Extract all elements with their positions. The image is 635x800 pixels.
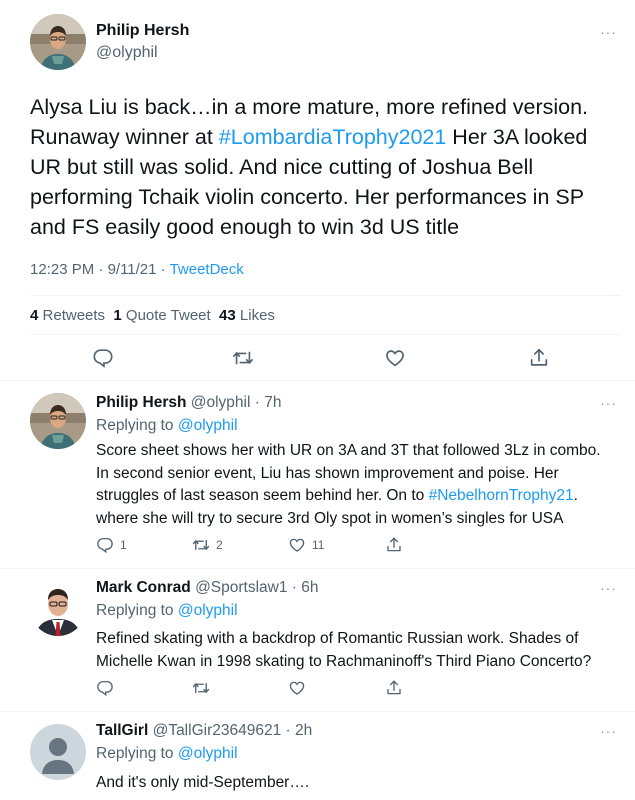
tweet-actions xyxy=(0,347,635,371)
reply-tweet[interactable]: TallGirl @TallGir23649621 · 2h ··· Reply… xyxy=(0,712,635,800)
reply-button[interactable] xyxy=(96,679,114,697)
likes-label: Likes xyxy=(239,307,275,324)
like-button[interactable] xyxy=(288,679,306,697)
likes-count: 43 xyxy=(219,307,236,324)
hashtag-link[interactable]: #NebelhornTrophy21 xyxy=(429,487,574,504)
tweet-text: Alysa Liu is back…in a more mature, more… xyxy=(30,92,620,242)
reply-age[interactable]: 2h xyxy=(295,722,312,739)
reply-actions xyxy=(96,679,496,697)
replying-to: Replying to @olyphil xyxy=(96,745,238,763)
reply-text: Score sheet shows her with UR on 3A and … xyxy=(96,440,616,530)
more-options-icon[interactable]: ··· xyxy=(600,580,617,596)
reply-author-name[interactable]: Mark Conrad xyxy=(96,579,191,596)
like-button[interactable] xyxy=(384,347,406,369)
more-options-icon[interactable]: ··· xyxy=(600,24,617,40)
divider xyxy=(30,295,620,296)
main-tweet: Philip Hersh @olyphil ··· Alysa Liu is b… xyxy=(0,0,635,381)
share-icon xyxy=(528,347,550,369)
replying-to: Replying to @olyphil xyxy=(96,417,238,435)
reply-tweet[interactable]: Mark Conrad @Sportslaw1 · 6h ··· Replyin… xyxy=(0,569,635,712)
replying-to: Replying to @olyphil xyxy=(96,602,238,620)
reply-age[interactable]: 6h xyxy=(301,579,318,596)
retweet-button[interactable]: 2 xyxy=(192,536,223,554)
replying-label: Replying to xyxy=(96,602,174,619)
tweet-meta: 12:23 PM · 9/11/21 · TweetDeck xyxy=(30,261,244,278)
avatar[interactable] xyxy=(30,393,86,449)
share-button[interactable] xyxy=(385,536,403,554)
more-options-icon[interactable]: ··· xyxy=(600,723,617,739)
reply-author-handle[interactable]: @TallGir23649621 xyxy=(153,722,282,739)
like-count: 11 xyxy=(312,538,325,552)
divider xyxy=(30,334,620,335)
reply-count: 1 xyxy=(120,538,127,552)
like-button[interactable]: 11 xyxy=(288,536,324,554)
tweet-date[interactable]: 9/11/21 xyxy=(108,261,157,278)
avatar[interactable] xyxy=(30,14,86,70)
quotes-label: Quote Tweet xyxy=(125,307,211,324)
reply-text: Refined skating with a backdrop of Roman… xyxy=(96,630,592,670)
author-handle[interactable]: @olyphil xyxy=(96,44,158,62)
heart-icon xyxy=(288,536,306,554)
reply-icon xyxy=(92,347,114,369)
replying-label: Replying to xyxy=(96,745,174,762)
retweets-count: 4 xyxy=(30,307,39,324)
tweet-source[interactable]: TweetDeck xyxy=(170,261,244,278)
replying-to-handle[interactable]: @olyphil xyxy=(178,417,238,434)
reply-actions: 1 2 11 xyxy=(96,536,496,554)
reply-button[interactable]: 1 xyxy=(96,536,127,554)
heart-icon xyxy=(288,679,306,697)
reply-author-handle[interactable]: @olyphil xyxy=(191,394,251,411)
reply-button[interactable] xyxy=(92,347,114,369)
reply-tweet[interactable]: Philip Hersh @olyphil · 7h ··· Replying … xyxy=(0,381,635,569)
reply-icon xyxy=(96,679,114,697)
retweets-label: Retweets xyxy=(42,307,106,324)
likes-stat[interactable]: 43 Likes xyxy=(219,307,275,324)
author-name[interactable]: Philip Hersh xyxy=(96,22,189,40)
replying-to-handle[interactable]: @olyphil xyxy=(178,602,238,619)
quotes-stat[interactable]: 1 Quote Tweet xyxy=(113,307,210,324)
reply-header: TallGirl @TallGir23649621 · 2h xyxy=(96,722,312,740)
reply-header: Philip Hersh @olyphil · 7h xyxy=(96,394,281,412)
reply-age[interactable]: 7h xyxy=(264,394,281,411)
reply-icon xyxy=(96,536,114,554)
more-options-icon[interactable]: ··· xyxy=(600,395,617,411)
retweet-button[interactable] xyxy=(232,347,254,369)
replying-to-handle[interactable]: @olyphil xyxy=(178,745,238,762)
reply-author-handle[interactable]: @Sportslaw1 xyxy=(195,579,287,596)
tweet-stats: 4 Retweets 1 Quote Tweet 43 Likes xyxy=(30,307,275,324)
retweet-count: 2 xyxy=(216,538,223,552)
reply-author-name[interactable]: Philip Hersh xyxy=(96,394,186,411)
reply-text: And it's only mid-September…. xyxy=(96,774,310,791)
replying-label: Replying to xyxy=(96,417,174,434)
separator-dot: · xyxy=(250,394,265,411)
heart-icon xyxy=(384,347,406,369)
quotes-count: 1 xyxy=(113,307,122,324)
separator-dot: · xyxy=(287,579,302,596)
share-button[interactable] xyxy=(385,679,403,697)
retweet-button[interactable] xyxy=(192,679,210,697)
share-button[interactable] xyxy=(528,347,550,369)
share-icon xyxy=(385,679,403,697)
share-icon xyxy=(385,536,403,554)
retweet-icon xyxy=(232,347,254,369)
separator-dot: · xyxy=(281,722,295,739)
retweet-icon xyxy=(192,536,210,554)
reply-header: Mark Conrad @Sportslaw1 · 6h xyxy=(96,579,319,597)
retweets-stat[interactable]: 4 Retweets xyxy=(30,307,105,324)
tweet-time[interactable]: 12:23 PM xyxy=(30,261,94,278)
avatar[interactable] xyxy=(30,580,86,636)
reply-author-name[interactable]: TallGirl xyxy=(96,722,148,739)
avatar[interactable] xyxy=(30,724,86,780)
retweet-icon xyxy=(192,679,210,697)
hashtag-link[interactable]: #LombardiaTrophy2021 xyxy=(219,125,447,149)
